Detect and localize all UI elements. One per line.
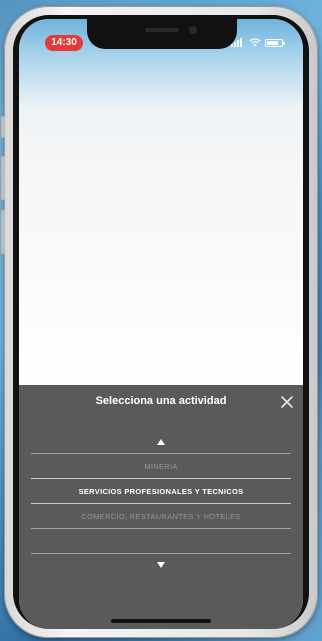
- picker-option-mineria[interactable]: MINERIA: [31, 453, 291, 478]
- volume-up-button: [1, 156, 5, 200]
- picker-option-faded[interactable]: [31, 528, 291, 553]
- picker-option-servicios-profesionales[interactable]: SERVICIOS PROFESIONALES Y TECNICOS: [31, 478, 291, 504]
- battery-icon: [265, 38, 285, 47]
- chevron-up-icon: [157, 439, 165, 445]
- app-background: [19, 19, 303, 389]
- activity-picker-sheet: Selecciona una actividad MINERIA SERVICI…: [19, 385, 303, 629]
- front-camera: [189, 26, 197, 34]
- battery-level: [267, 40, 278, 45]
- wifi-icon: [249, 38, 261, 47]
- picker-option-comercio[interactable]: COMERCIO, RESTAURANTES Y HOTELES: [31, 504, 291, 528]
- notch: [87, 19, 237, 49]
- mute-switch: [1, 116, 5, 138]
- phone-screen: 14:30 Selecciona una actividad MINERIA S…: [19, 19, 303, 629]
- chevron-down-icon: [157, 562, 165, 568]
- status-icons: [231, 38, 285, 47]
- picker-title: Selecciona una actividad: [95, 395, 227, 407]
- scroll-up-button[interactable]: [19, 431, 303, 453]
- status-bar: 14:30: [19, 19, 303, 51]
- close-icon[interactable]: [279, 394, 295, 410]
- picker-list[interactable]: MINERIA SERVICIOS PROFESIONALES Y TECNIC…: [19, 431, 303, 576]
- status-time: 14:30: [45, 35, 83, 51]
- picker-header: Selecciona una actividad: [19, 385, 303, 421]
- cellular-signal-icon: [231, 38, 245, 47]
- home-indicator[interactable]: [111, 619, 211, 623]
- speaker-grille: [145, 28, 179, 32]
- volume-down-button: [1, 210, 5, 254]
- scroll-down-button[interactable]: [31, 553, 291, 576]
